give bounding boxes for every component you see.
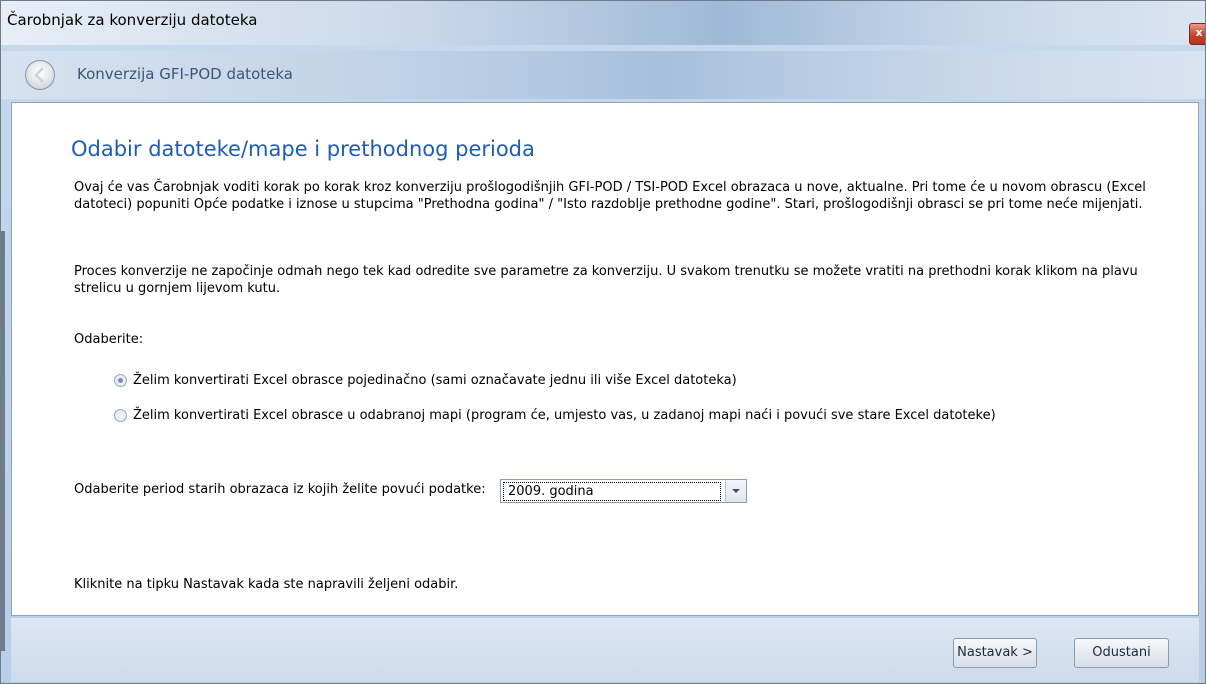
chevron-down-icon[interactable] [725, 480, 746, 502]
back-arrow-icon [34, 67, 44, 83]
option-individual[interactable]: Želim konvertirati Excel obrasce pojedin… [114, 373, 737, 388]
radio-individual[interactable] [114, 374, 127, 387]
intro-paragraph: Ovaj će vas Čarobnjak voditi korak po ko… [74, 180, 1146, 212]
wizard-nav-bar: Konverzija GFI-POD datoteka [1, 51, 1205, 99]
option-folder-label: Želim konvertirati Excel obrasce u odabr… [133, 408, 996, 423]
back-button[interactable] [25, 60, 55, 90]
wizard-step-title: Konverzija GFI-POD datoteka [77, 65, 293, 83]
title-bar: Čarobnjak za konverziju datoteka x [1, 1, 1205, 45]
radio-folder[interactable] [114, 409, 127, 422]
hint-text: Kliknite na tipku Nastavak kada ste napr… [74, 577, 459, 592]
process-paragraph: Proces konverzije ne započinje odmah neg… [74, 264, 1138, 296]
option-folder[interactable]: Želim konvertirati Excel obrasce u odabr… [114, 408, 996, 423]
close-icon: x [1195, 26, 1203, 39]
close-button[interactable]: x [1189, 23, 1205, 45]
period-label: Odaberite period starih obrazaca iz koji… [74, 482, 486, 497]
button-bar: Nastavak > Odustani [11, 618, 1199, 682]
window-title: Čarobnjak za konverziju datoteka [7, 11, 258, 29]
window-left-edge [1, 231, 5, 651]
option-individual-label: Želim konvertirati Excel obrasce pojedin… [133, 373, 737, 388]
cancel-button[interactable]: Odustani [1074, 638, 1169, 668]
period-select[interactable]: 2009. godina [500, 479, 747, 503]
content-panel: Odabir datoteke/mape i prethodnog period… [11, 102, 1199, 616]
page-title: Odabir datoteke/mape i prethodnog period… [71, 137, 535, 161]
choose-label: Odaberite: [74, 332, 144, 347]
next-button[interactable]: Nastavak > [953, 638, 1037, 668]
period-select-value: 2009. godina [503, 482, 721, 501]
wizard-window: Čarobnjak za konverziju datoteka x Konve… [0, 0, 1206, 684]
